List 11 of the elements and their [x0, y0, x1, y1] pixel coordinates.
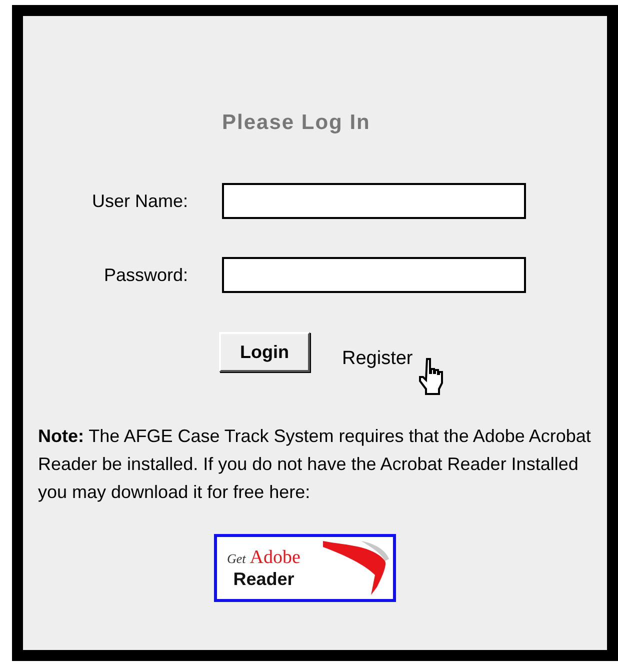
input-field[interactable]: [222, 257, 526, 293]
hand-cursor-icon: [418, 358, 446, 396]
login-heading: Please Log In: [222, 111, 372, 135]
input-field[interactable]: [222, 183, 526, 219]
register-link[interactable]: Register: [342, 348, 413, 372]
field-label: Password:: [102, 264, 188, 286]
note-text: Note: The AFGE Case Track System requires that the Adobe Acrobat Reader be installed. If you do not have the Acrobat Reader Installed you may download it for free here:: [38, 425, 592, 504]
swoosh-icon: [321, 539, 391, 597]
login-button[interactable]: Login: [219, 332, 310, 372]
get-reader-badge[interactable]: Get Adobe Reader: [214, 534, 396, 602]
field-label: User Name:: [90, 190, 188, 212]
